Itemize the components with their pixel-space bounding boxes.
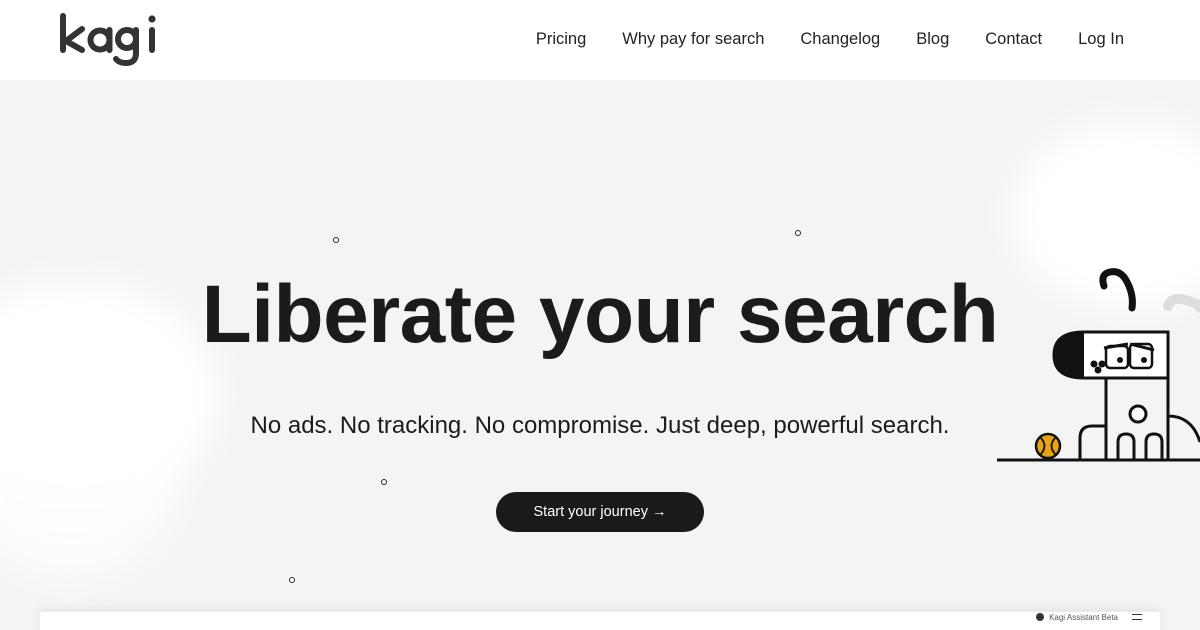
hero-section: Liberate your search No ads. No tracking… (0, 80, 1200, 630)
site-header: Pricing Why pay for search Changelog Blo… (0, 0, 1200, 80)
kagi-logo-icon (60, 13, 156, 66)
nav-contact[interactable]: Contact (985, 29, 1042, 49)
nav-why-pay-for-search[interactable]: Why pay for search (622, 29, 764, 49)
main-nav: Pricing Why pay for search Changelog Blo… (536, 29, 1124, 49)
nav-log-in[interactable]: Log In (1078, 29, 1124, 49)
menu-icon[interactable] (1132, 614, 1142, 620)
decorative-dot (289, 577, 295, 583)
assistant-icon (1036, 613, 1045, 621)
decorative-dot (381, 479, 387, 485)
decorative-dot (333, 237, 339, 243)
nav-pricing[interactable]: Pricing (536, 29, 586, 49)
kagi-logo[interactable] (58, 8, 168, 72)
product-preview-window: Kagi Assistant Beta (40, 611, 1160, 630)
nav-changelog[interactable]: Changelog (800, 29, 880, 49)
preview-title-text: Kagi Assistant Beta (1049, 612, 1118, 622)
nav-blog[interactable]: Blog (916, 29, 949, 49)
start-journey-button[interactable]: Start your journey → (496, 492, 704, 532)
tennis-ball-icon (1034, 432, 1062, 460)
dog-mascot-illustration (997, 268, 1200, 462)
preview-title: Kagi Assistant Beta (1035, 612, 1118, 622)
decorative-dot (795, 230, 801, 236)
